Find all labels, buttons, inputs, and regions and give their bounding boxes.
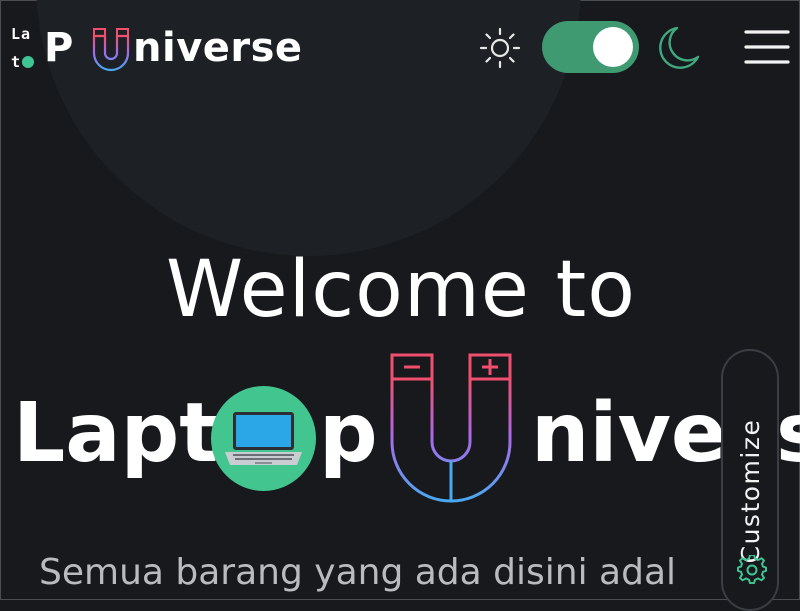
logo-small-top: La (11, 25, 32, 43)
brand-text-s: s (776, 384, 800, 484)
logo-small-bottom: t (11, 53, 22, 71)
hero-title: Welcome to (166, 245, 636, 335)
hero-tagline: Semua barang yang ada disini adal (39, 552, 677, 593)
magnet-logo-icon (92, 28, 130, 72)
gear-icon (737, 555, 767, 585)
magnet-big-icon (390, 353, 512, 503)
sun-icon[interactable] (479, 27, 521, 69)
header: La t P niverse (1, 1, 800, 96)
toggle-knob (593, 27, 633, 67)
brand-text-lapt: Lapt (13, 386, 219, 481)
hero-brand: Lapt p nive s (1, 346, 800, 516)
theme-toggle[interactable] (542, 21, 639, 73)
brand-text-nive: nive (531, 386, 727, 481)
logo-small-text: La t (11, 23, 47, 75)
logo-rest-text: niverse (133, 25, 303, 71)
laptop-icon (211, 386, 316, 491)
moon-icon[interactable] (657, 25, 701, 71)
logo-letter-p: P (44, 25, 74, 71)
customize-button[interactable]: Customize (721, 349, 779, 611)
menu-icon[interactable] (743, 26, 791, 68)
brand-text-p: p (319, 386, 378, 481)
logo-dot-icon (22, 55, 35, 68)
customize-label: Customize (736, 418, 765, 564)
